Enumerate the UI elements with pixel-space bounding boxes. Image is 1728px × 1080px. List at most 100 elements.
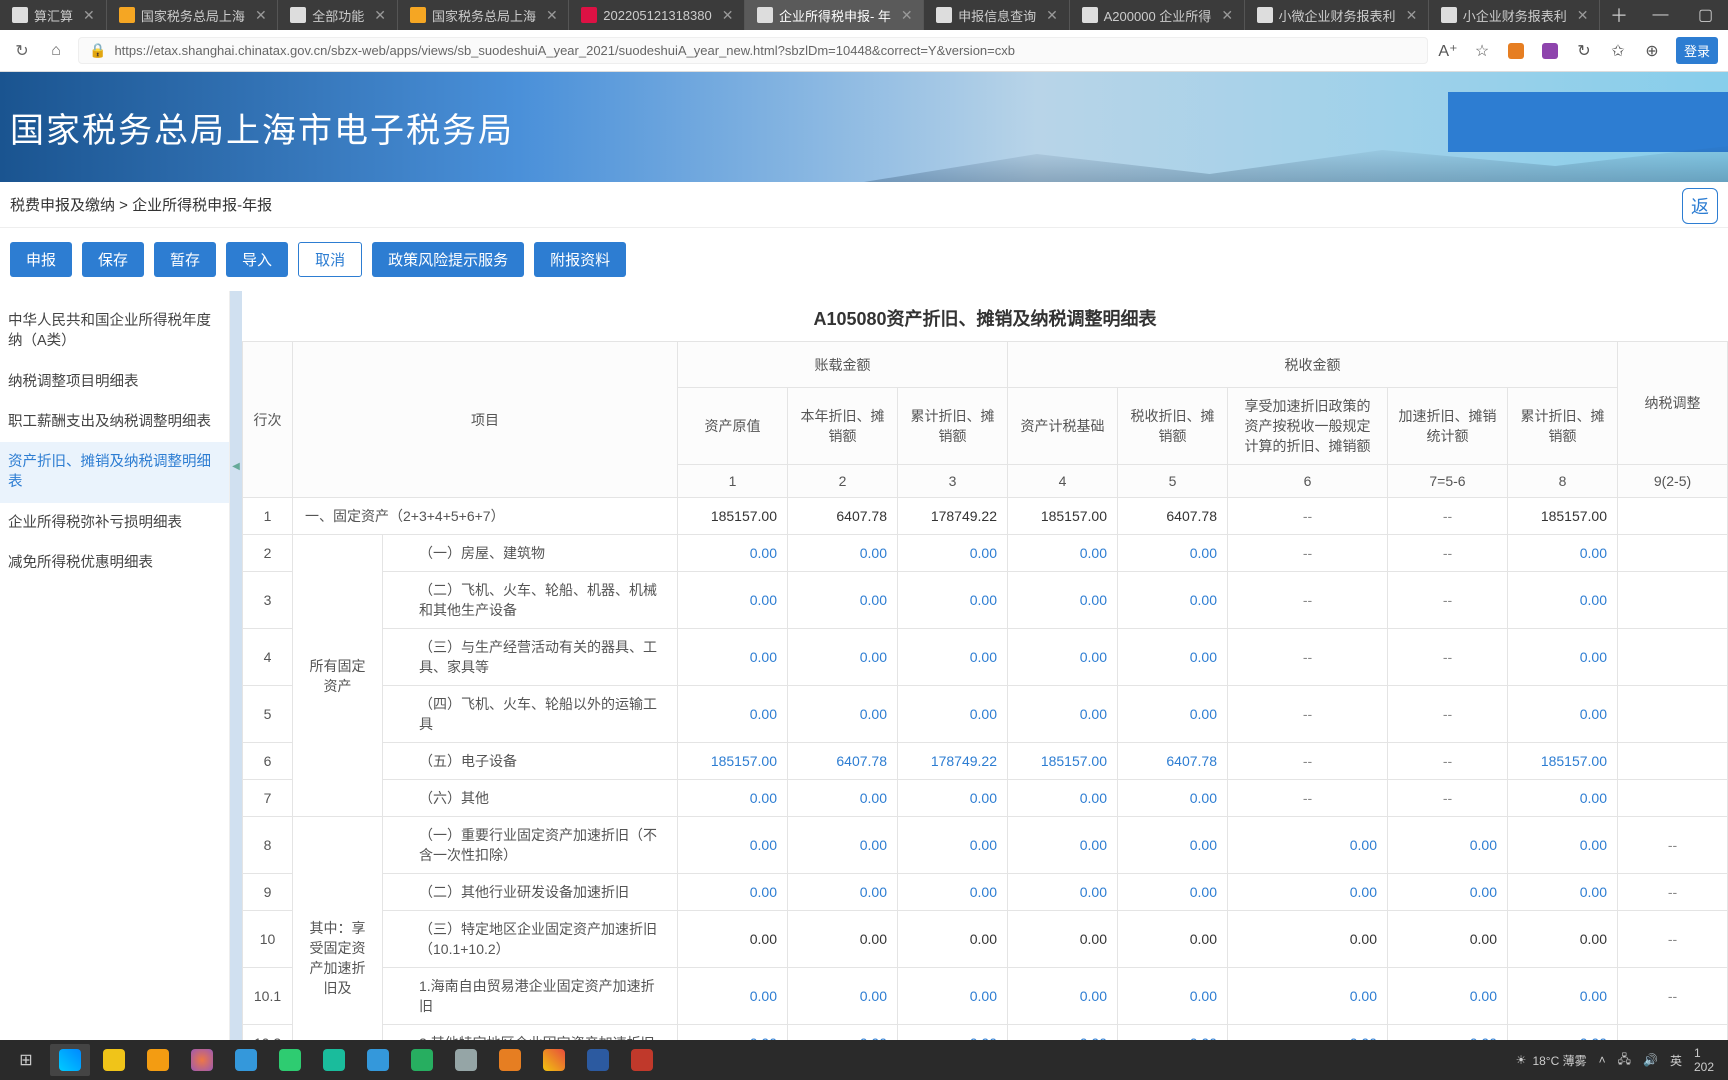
cell[interactable]: 0.00 <box>1228 874 1388 911</box>
task-excel[interactable] <box>402 1044 442 1076</box>
refresh-button[interactable]: ↻ <box>10 39 34 63</box>
ext1-icon[interactable] <box>1506 41 1526 61</box>
window-minimize[interactable]: — <box>1638 0 1683 30</box>
favorites-icon[interactable]: ✩ <box>1608 41 1628 61</box>
cell[interactable]: 0.00 <box>1008 780 1118 817</box>
cell[interactable]: 0.00 <box>1508 817 1618 874</box>
tab-close-icon[interactable]: ✕ <box>1046 7 1058 24</box>
cell[interactable]: 0.00 <box>788 535 898 572</box>
cell[interactable]: 0.00 <box>1008 686 1118 743</box>
tab-close-icon[interactable]: ✕ <box>255 7 267 24</box>
system-tray[interactable]: ☀18°C 薄雾 ˄ 🖧 🔊 英 1202 <box>1516 1046 1722 1074</box>
tray-ime[interactable]: 英 <box>1670 1052 1682 1069</box>
tray-clock[interactable]: 1202 <box>1694 1046 1714 1074</box>
browser-tab-9[interactable]: 小企业财务报表利✕ <box>1429 0 1600 30</box>
task-app2[interactable] <box>226 1044 266 1076</box>
cell[interactable]: 0.00 <box>1508 572 1618 629</box>
cell[interactable]: 0.00 <box>898 780 1008 817</box>
cell[interactable]: 178749.22 <box>898 743 1008 780</box>
cell[interactable]: 0.00 <box>788 968 898 1025</box>
cell[interactable]: 0.00 <box>678 686 788 743</box>
sidebar-item-1[interactable]: 纳税调整项目明细表 <box>0 362 229 402</box>
cell[interactable]: 0.00 <box>1118 686 1228 743</box>
browser-tab-0[interactable]: 算汇算✕ <box>0 0 107 30</box>
cell[interactable]: 0.00 <box>678 874 788 911</box>
cancel-button[interactable]: 取消 <box>298 242 362 277</box>
browser-tab-6[interactable]: 申报信息查询✕ <box>924 0 1070 30</box>
task-edge[interactable] <box>50 1044 90 1076</box>
tray-volume-icon[interactable]: 🔊 <box>1643 1053 1658 1067</box>
cell[interactable]: 0.00 <box>788 780 898 817</box>
tab-close-icon[interactable]: ✕ <box>901 7 913 24</box>
login-button[interactable]: 登录 <box>1676 37 1718 64</box>
cell[interactable]: 0.00 <box>1228 817 1388 874</box>
browser-tab-1[interactable]: 国家税务总局上海✕ <box>107 0 278 30</box>
cell[interactable]: 185157.00 <box>1508 743 1618 780</box>
return-button[interactable]: 返 <box>1682 188 1718 224</box>
cell[interactable]: 0.00 <box>1508 629 1618 686</box>
window-maximize[interactable]: ▢ <box>1683 0 1728 30</box>
cell[interactable]: 6407.78 <box>1118 743 1228 780</box>
cell[interactable]: 0.00 <box>1388 968 1508 1025</box>
tab-close-icon[interactable]: ✕ <box>1406 7 1418 24</box>
sidebar-item-3[interactable]: 资产折旧、摊销及纳税调整明细表 <box>0 442 229 503</box>
sync-icon[interactable]: ↻ <box>1574 41 1594 61</box>
cell[interactable]: 0.00 <box>1118 572 1228 629</box>
cell[interactable]: 0.00 <box>1008 629 1118 686</box>
url-box[interactable]: 🔒 https://etax.shanghai.chinatax.gov.cn/… <box>78 37 1428 64</box>
cell[interactable]: 0.00 <box>1508 968 1618 1025</box>
task-word[interactable] <box>578 1044 618 1076</box>
submit-button[interactable]: 申报 <box>10 242 72 277</box>
task-app3[interactable] <box>314 1044 354 1076</box>
task-app4[interactable] <box>358 1044 398 1076</box>
cell[interactable]: 6407.78 <box>788 743 898 780</box>
cell[interactable]: 0.00 <box>1008 535 1118 572</box>
collections-icon[interactable]: ⊕ <box>1642 41 1662 61</box>
cell[interactable]: 0.00 <box>788 572 898 629</box>
cell[interactable]: 0.00 <box>898 968 1008 1025</box>
cell[interactable]: 0.00 <box>678 629 788 686</box>
cell[interactable]: 0.00 <box>898 686 1008 743</box>
browser-tab-2[interactable]: 全部功能✕ <box>278 0 398 30</box>
cell[interactable]: 0.00 <box>1118 817 1228 874</box>
browser-tab-4[interactable]: 202205121318380✕ <box>569 0 745 30</box>
cell[interactable]: 0.00 <box>678 817 788 874</box>
cell[interactable]: 0.00 <box>678 535 788 572</box>
cell[interactable]: 0.00 <box>1118 874 1228 911</box>
cell[interactable]: 0.00 <box>678 968 788 1025</box>
task-app7[interactable] <box>622 1044 662 1076</box>
risk-button[interactable]: 政策风险提示服务 <box>372 242 524 277</box>
crumb-link-1[interactable]: 税费申报及缴纳 <box>10 197 115 214</box>
cell[interactable]: 0.00 <box>1008 572 1118 629</box>
cell[interactable]: 0.00 <box>788 817 898 874</box>
browser-tab-7[interactable]: A200000 企业所得✕ <box>1070 0 1245 30</box>
task-calc[interactable] <box>446 1044 486 1076</box>
task-app5[interactable] <box>490 1044 530 1076</box>
import-button[interactable]: 导入 <box>226 242 288 277</box>
sidebar-item-2[interactable]: 职工薪酬支出及纳税调整明细表 <box>0 402 229 442</box>
cell[interactable]: 0.00 <box>1508 535 1618 572</box>
sidebar-collapse-handle[interactable] <box>230 291 242 1047</box>
cell[interactable]: 0.00 <box>1008 874 1118 911</box>
start-button[interactable]: ⊞ <box>6 1044 46 1076</box>
cell[interactable]: 0.00 <box>1008 817 1118 874</box>
cell[interactable]: 0.00 <box>678 780 788 817</box>
task-folder[interactable] <box>138 1044 178 1076</box>
tab-close-icon[interactable]: ✕ <box>722 7 734 24</box>
sidebar-item-0[interactable]: 中华人民共和国企业所得税年度纳（A类） <box>0 301 229 362</box>
cell[interactable]: 0.00 <box>1228 968 1388 1025</box>
cell[interactable]: 0.00 <box>1118 629 1228 686</box>
browser-tab-8[interactable]: 小微企业财务报表利✕ <box>1245 0 1429 30</box>
cell[interactable]: 0.00 <box>1508 874 1618 911</box>
cell[interactable]: 0.00 <box>788 686 898 743</box>
cell[interactable]: 0.00 <box>678 572 788 629</box>
weather-widget[interactable]: ☀18°C 薄雾 <box>1516 1052 1587 1069</box>
browser-tab-5[interactable]: 企业所得税申报- 年✕ <box>745 0 924 30</box>
tab-close-icon[interactable]: ✕ <box>83 7 95 24</box>
cell[interactable]: 0.00 <box>1118 968 1228 1025</box>
cell[interactable]: 0.00 <box>1118 535 1228 572</box>
new-tab-button[interactable]: ＋ <box>1600 2 1638 28</box>
tab-close-icon[interactable]: ✕ <box>546 7 558 24</box>
save-button[interactable]: 保存 <box>82 242 144 277</box>
cell[interactable]: 0.00 <box>1008 968 1118 1025</box>
